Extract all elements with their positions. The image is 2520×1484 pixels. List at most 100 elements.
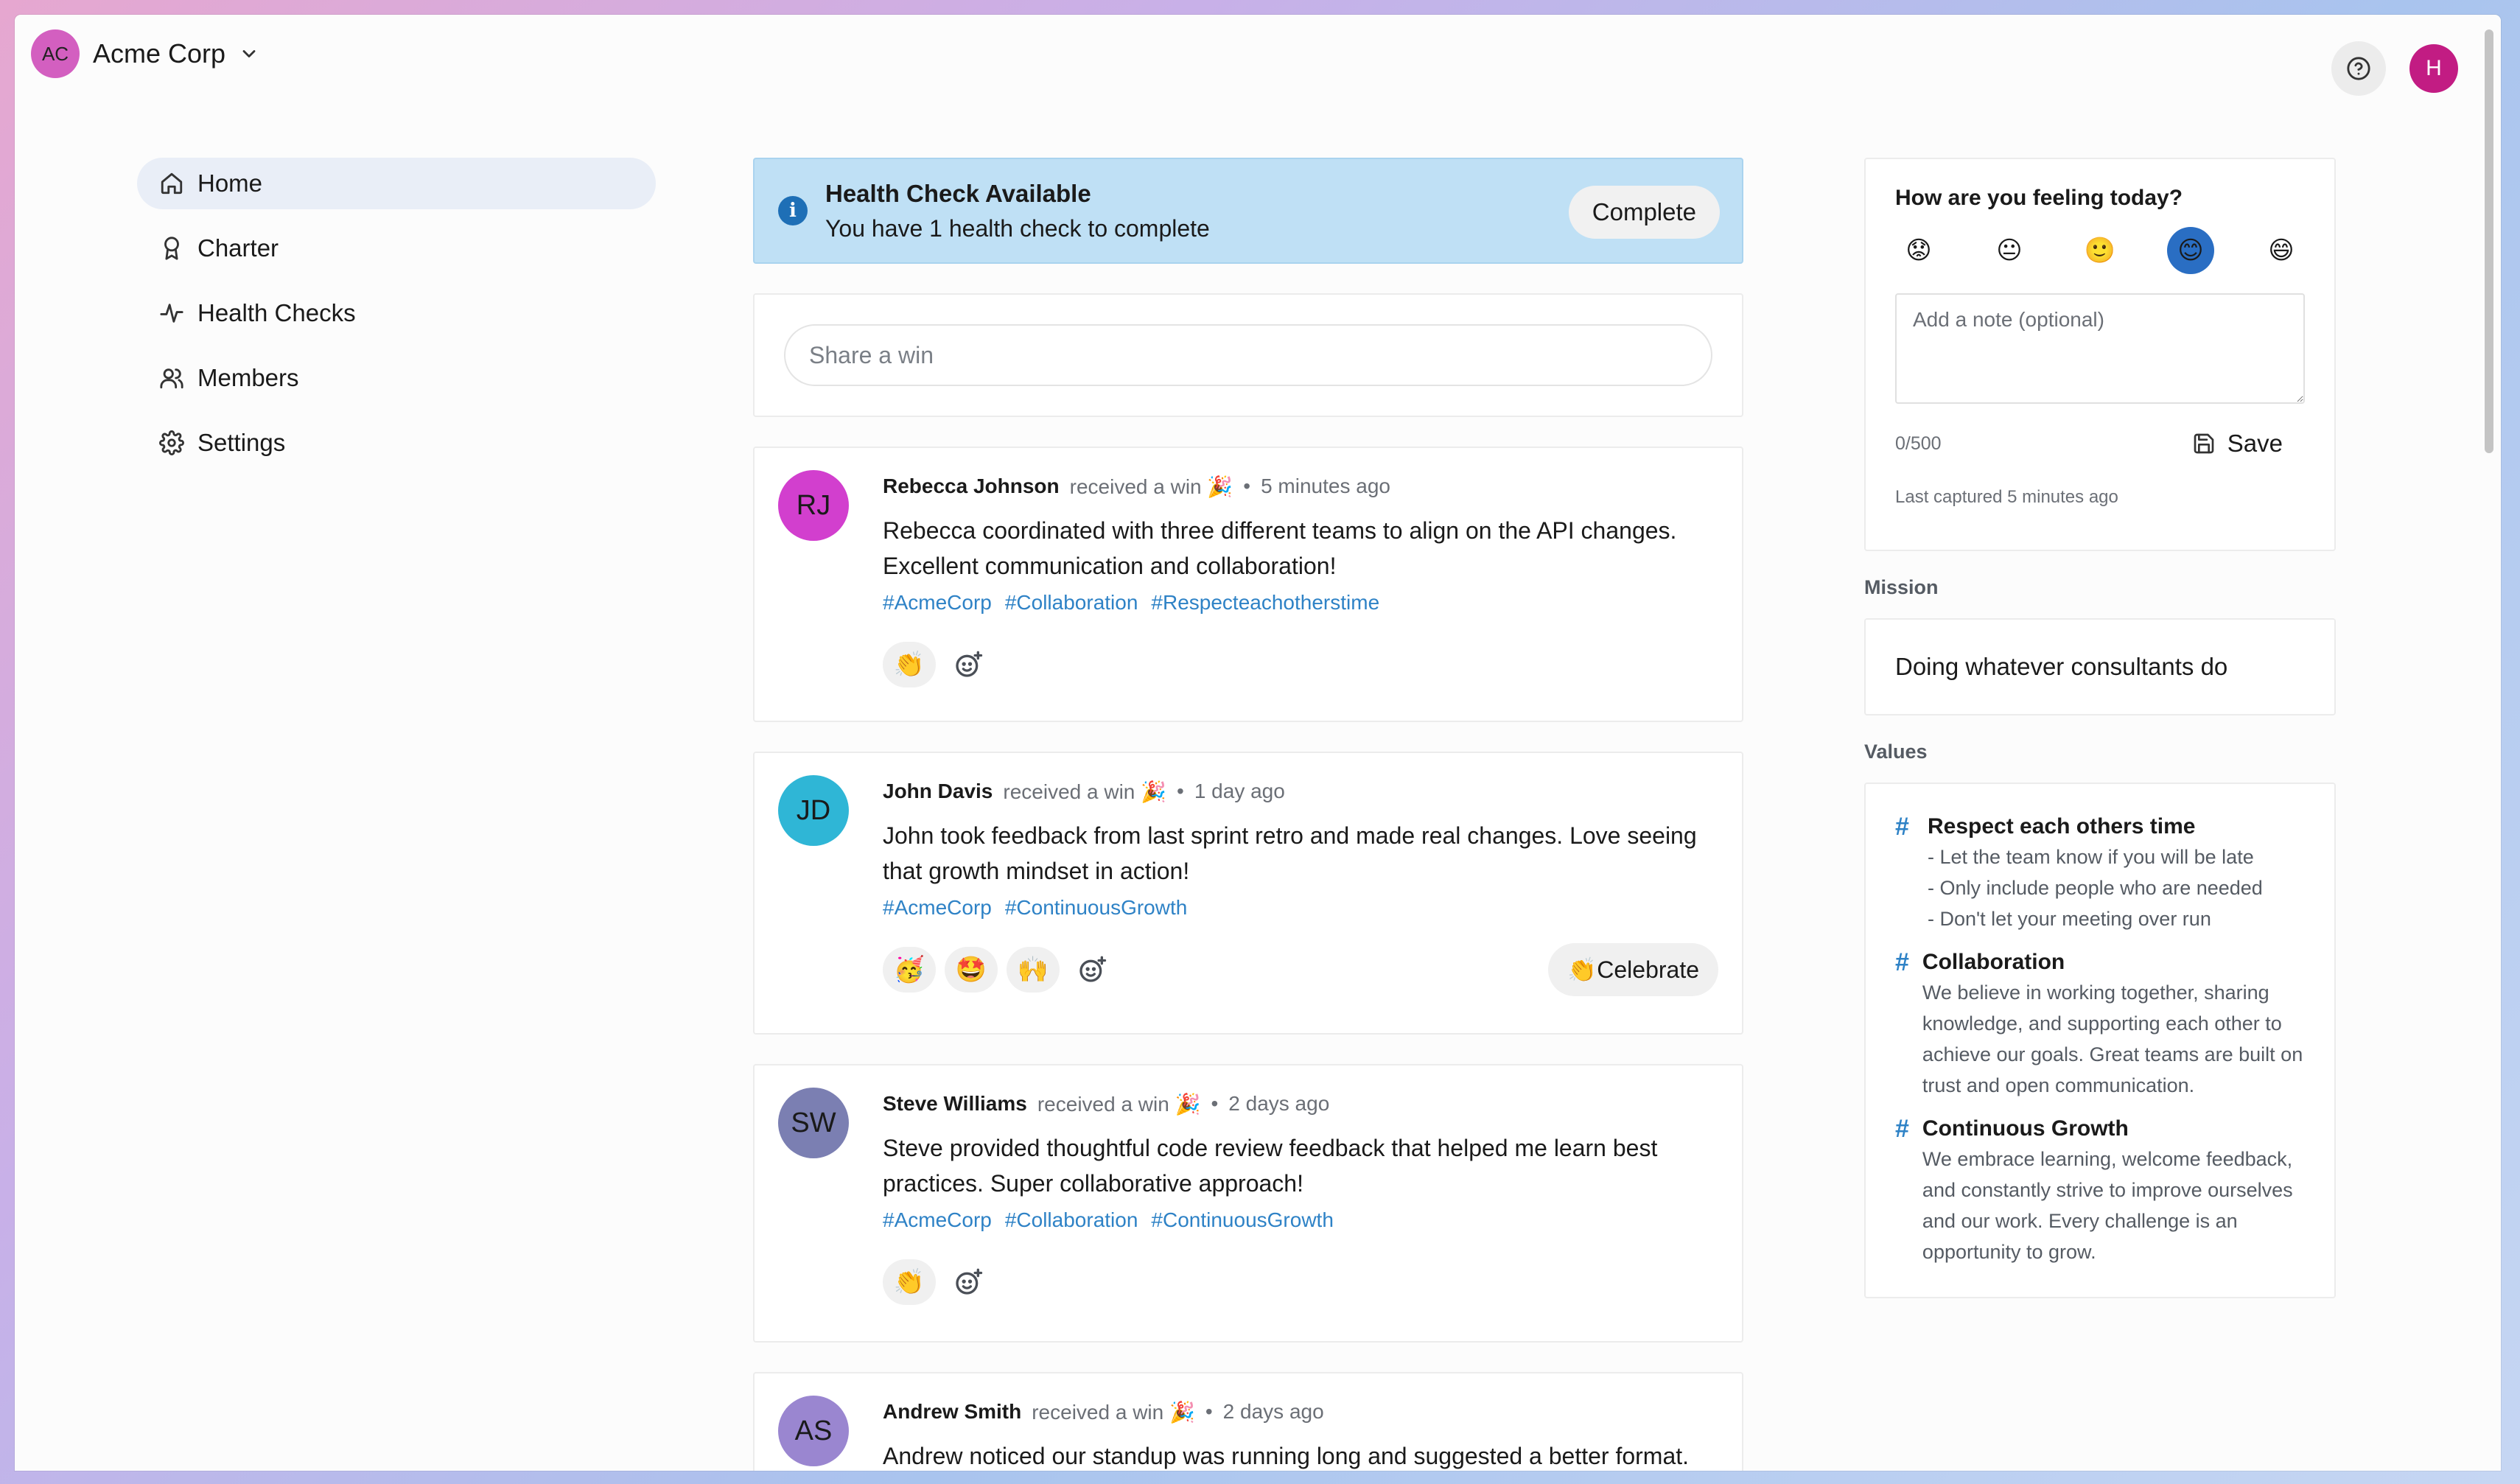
- top-bar: AC Acme Corp H: [15, 15, 2501, 109]
- post-author[interactable]: Rebecca Johnson: [883, 475, 1060, 498]
- complete-button[interactable]: Complete: [1568, 186, 1720, 239]
- post-timestamp: 1 day ago: [1194, 780, 1285, 802]
- reactions-bar: 🥳 🤩 🙌 👏Celebrate: [883, 943, 1718, 996]
- mission-card: Doing whatever consultants do: [1864, 618, 2336, 715]
- post-timestamp: 2 days ago: [1228, 1092, 1330, 1115]
- sidebar-item-label: Health Checks: [197, 299, 356, 326]
- reactions-bar: 👏: [883, 1257, 1718, 1307]
- hash-icon: #: [1895, 813, 1909, 841]
- feed-post: AS Andrew Smith received a win 🎉 • 2 day…: [753, 1372, 1743, 1471]
- award-icon: [164, 237, 179, 260]
- sidebar-item-settings[interactable]: Settings: [137, 417, 656, 469]
- feed: i Health Check Available You have 1 heal…: [753, 158, 1743, 1471]
- post-tags: #AcmeCorp #Collaboration #ContinuousGrow…: [883, 1208, 1718, 1232]
- separator-dot: •: [1243, 475, 1251, 497]
- help-button[interactable]: [2331, 41, 2386, 96]
- save-mood-button[interactable]: Save: [2192, 430, 2305, 458]
- reaction-chip[interactable]: 🙌: [1007, 947, 1060, 993]
- mood-options: 😟 😐 🙂 😊 😄: [1895, 227, 2305, 274]
- reaction-chip[interactable]: 🥳: [883, 947, 936, 993]
- post-timestamp: 5 minutes ago: [1261, 475, 1390, 497]
- add-emoji-icon: [956, 651, 983, 677]
- mood-option-worried[interactable]: 😟: [1895, 227, 1942, 274]
- hashtag-link[interactable]: #Respecteachotherstime: [1151, 591, 1379, 615]
- celebrate-button[interactable]: 👏Celebrate: [1548, 943, 1718, 996]
- chevron-down-icon: [242, 50, 256, 57]
- hash-icon: #: [1895, 948, 1909, 976]
- post-action: received a win 🎉: [1003, 780, 1167, 803]
- mood-option-smile-selected[interactable]: 😊: [2167, 227, 2214, 274]
- feed-post: RJ Rebecca Johnson received a win 🎉 • 5 …: [753, 447, 1743, 722]
- users-icon: [160, 368, 183, 389]
- user-avatar[interactable]: H: [2409, 44, 2458, 93]
- post-tags: #AcmeCorp #ContinuousGrowth: [883, 896, 1718, 920]
- sidebar-item-label: Home: [197, 169, 263, 197]
- avatar[interactable]: AS: [778, 1396, 849, 1466]
- share-win-input[interactable]: [784, 324, 1712, 386]
- sidebar-item-label: Settings: [197, 429, 286, 456]
- mood-option-slight-smile[interactable]: 🙂: [2076, 227, 2124, 274]
- post-body: Steve provided thoughtful code review fe…: [883, 1135, 1658, 1197]
- reaction-chip[interactable]: 👏: [883, 642, 936, 687]
- feed-post: SW Steve Williams received a win 🎉 • 2 d…: [753, 1064, 1743, 1343]
- sidebar-nav: Home Charter Health Checks Members Setti…: [137, 158, 656, 482]
- separator-dot: •: [1205, 1400, 1213, 1423]
- scrollbar-thumb[interactable]: [2485, 29, 2493, 453]
- org-switcher[interactable]: AC Acme Corp: [31, 29, 259, 78]
- sidebar-item-charter[interactable]: Charter: [137, 223, 656, 274]
- sidebar-item-members[interactable]: Members: [137, 352, 656, 404]
- info-icon: i: [778, 196, 808, 225]
- post-action: received a win 🎉: [1032, 1400, 1195, 1424]
- value-item: # Collaboration We believe in working to…: [1895, 948, 2305, 1101]
- value-description: We embrace learning, welcome feedback, a…: [1922, 1148, 2293, 1263]
- avatar[interactable]: RJ: [778, 470, 849, 541]
- reaction-chip[interactable]: 👏: [883, 1259, 936, 1305]
- hashtag-link[interactable]: #Collaboration: [1005, 591, 1138, 615]
- value-title: Continuous Growth: [1922, 1116, 2129, 1141]
- health-check-banner: i Health Check Available You have 1 heal…: [753, 158, 1743, 264]
- hashtag-link[interactable]: #AcmeCorp: [883, 591, 992, 615]
- value-title: Collaboration: [1922, 950, 2065, 974]
- avatar[interactable]: SW: [778, 1088, 849, 1158]
- post-author[interactable]: Steve Williams: [883, 1092, 1027, 1116]
- hashtag-link[interactable]: #Collaboration: [1005, 1208, 1138, 1232]
- add-reaction-button[interactable]: [951, 647, 986, 682]
- post-author[interactable]: John Davis: [883, 780, 993, 803]
- add-reaction-button[interactable]: [951, 1264, 986, 1300]
- value-title: Respect each others time: [1928, 814, 2196, 839]
- sidebar-item-health-checks[interactable]: Health Checks: [137, 287, 656, 339]
- hashtag-link[interactable]: #AcmeCorp: [883, 1208, 992, 1232]
- post-action: received a win 🎉: [1037, 1092, 1201, 1116]
- home-icon: [161, 172, 183, 195]
- mood-note-input[interactable]: [1895, 293, 2305, 404]
- character-counter: 0/500: [1895, 433, 1942, 454]
- hash-icon: #: [1895, 1115, 1909, 1143]
- add-reaction-button[interactable]: [1074, 952, 1110, 987]
- gear-icon: [159, 430, 184, 455]
- reactions-bar: 👏: [883, 640, 1718, 690]
- post-timestamp: 2 days ago: [1222, 1400, 1324, 1423]
- sidebar-item-home[interactable]: Home: [137, 158, 656, 209]
- mood-option-grin[interactable]: 😄: [2258, 227, 2305, 274]
- hashtag-link[interactable]: #ContinuousGrowth: [1005, 896, 1187, 920]
- separator-dot: •: [1211, 1092, 1219, 1115]
- post-body: Andrew noticed our standup was running l…: [883, 1443, 1690, 1469]
- post-author[interactable]: Andrew Smith: [883, 1400, 1021, 1424]
- add-emoji-icon: [956, 1268, 983, 1295]
- app-window: AC Acme Corp H Home Charter Health Check…: [15, 15, 2501, 1471]
- save-label: Save: [2227, 430, 2283, 457]
- reaction-chip[interactable]: 🤩: [945, 947, 998, 993]
- save-icon: [2194, 433, 2214, 454]
- mood-option-neutral[interactable]: 😐: [1986, 227, 2033, 274]
- banner-title: Health Check Available: [825, 179, 1091, 207]
- right-panel: How are you feeling today? 😟 😐 🙂 😊 😄 0/5…: [1864, 158, 2336, 1298]
- mission-heading: Mission: [1864, 576, 1939, 598]
- separator-dot: •: [1177, 780, 1184, 802]
- avatar[interactable]: JD: [778, 775, 849, 846]
- hashtag-link[interactable]: #ContinuousGrowth: [1151, 1208, 1333, 1232]
- banner-subtitle: You have 1 health check to complete: [825, 214, 1210, 242]
- hashtag-link[interactable]: #AcmeCorp: [883, 896, 992, 920]
- value-description: - Let the team know if you will be late …: [1928, 846, 2263, 930]
- values-heading: Values: [1864, 741, 1928, 763]
- post-action: received a win 🎉: [1069, 475, 1233, 498]
